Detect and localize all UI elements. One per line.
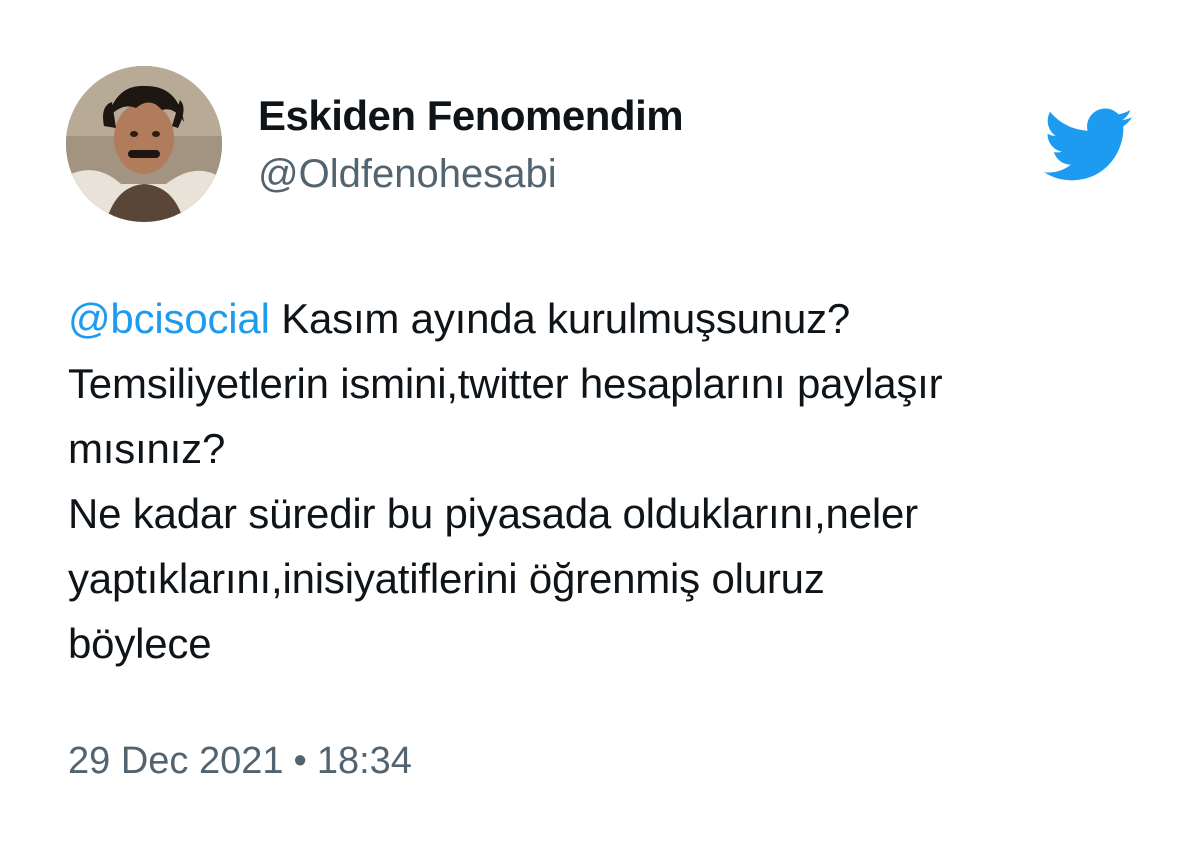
tweet-line-5: yaptıklarını,inisiyatiflerini öğrenmiş o… xyxy=(68,555,825,602)
tweet-date: 29 Dec 2021 xyxy=(68,740,284,782)
avatar[interactable] xyxy=(66,66,222,222)
tweet-text: @bcisocial Kasım ayında kurulmuşsunuz? T… xyxy=(68,286,1158,676)
author-display-name[interactable]: Eskiden Fenomendim xyxy=(258,92,684,140)
mention-link[interactable]: @bcisocial xyxy=(68,295,270,342)
tweet-line-3: mısınız? xyxy=(68,425,226,472)
tweet-line-1: @bcisocial Kasım ayında kurulmuşsunuz? xyxy=(68,286,1158,351)
avatar-image xyxy=(66,66,222,222)
tweet-line-2: Temsiliyetlerin ismini,twitter hesapları… xyxy=(68,360,943,407)
tweet-line-6: böylece xyxy=(68,620,212,667)
meta-separator: • xyxy=(293,740,307,782)
tweet-time: 18:34 xyxy=(316,740,412,782)
author-handle[interactable]: @Oldfenohesabi xyxy=(258,152,557,197)
tweet-line-4: Ne kadar süredir bu piyasada olduklarını… xyxy=(68,490,918,537)
twitter-bird-svg xyxy=(1043,108,1133,181)
twitter-bird-icon[interactable] xyxy=(1043,108,1134,182)
tweet-timestamp[interactable]: 29 Dec 2021 • 18:34 xyxy=(68,740,412,783)
tweet-line-1-text: Kasım ayında kurulmuşsunuz? xyxy=(269,295,851,342)
tweet-card: Eskiden Fenomendim @Oldfenohesabi @bciso… xyxy=(0,0,1200,852)
